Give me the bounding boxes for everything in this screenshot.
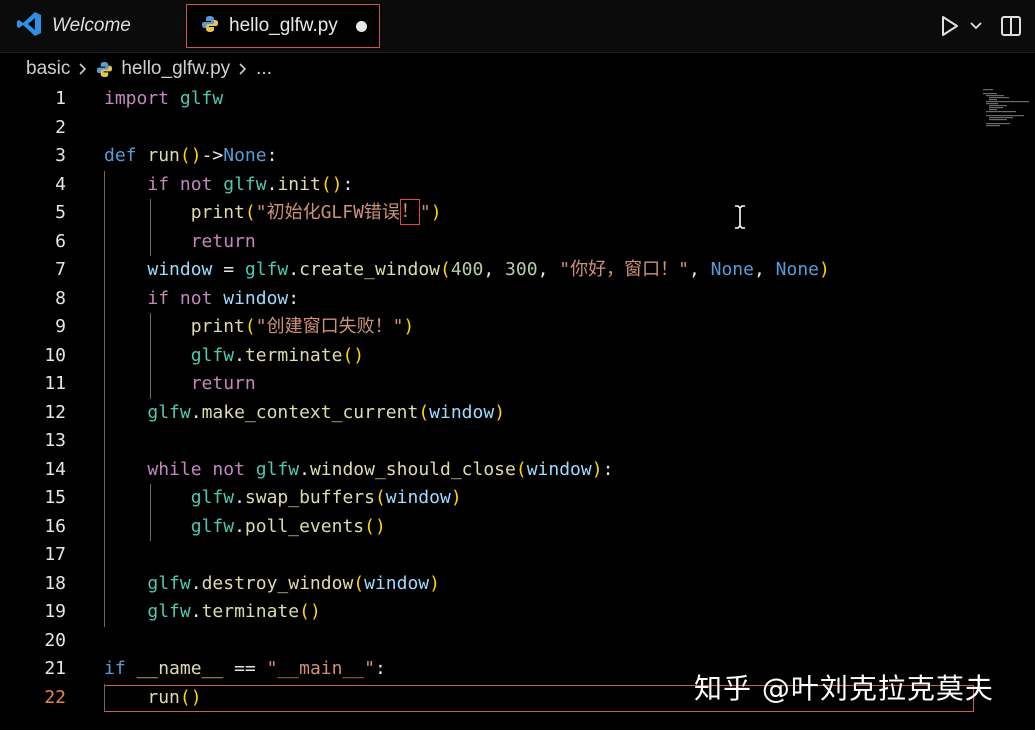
line-number: 7 (55, 259, 66, 280)
code-line[interactable]: 13 (0, 427, 1035, 456)
line-number: 19 (44, 601, 66, 622)
code-line[interactable]: 8 if not window: (0, 285, 1035, 314)
watermark: 知乎 @叶刘克拉克莫夫 (694, 672, 994, 705)
code-line[interactable]: 3 def run()->None: (0, 142, 1035, 171)
code-text: return (190, 373, 256, 394)
code-line[interactable]: 5 print("初始化GLFW错误！") (0, 199, 1035, 228)
line-number: 20 (44, 629, 66, 651)
code-line[interactable]: 7 window = glfw.create_window(400, 300, … (0, 256, 1035, 285)
line-number: 5 (55, 202, 66, 223)
code-text: glfw.terminate() (147, 601, 321, 622)
line-number: 10 (44, 344, 66, 366)
code-text: glfw.poll_events() (190, 515, 386, 537)
line-number: 17 (44, 544, 66, 565)
line-number: 12 (44, 401, 66, 423)
code-text: def run()->None: (104, 145, 278, 166)
code-line[interactable]: 1 import glfw (0, 85, 1035, 114)
line-number: 2 (55, 116, 66, 138)
code-line[interactable]: 12 glfw.make_context_current(window) (0, 399, 1035, 428)
code-text: glfw.make_context_current(window) (147, 401, 506, 423)
line-number: 1 (55, 88, 66, 109)
line-number: 6 (55, 230, 66, 252)
chevron-right-icon (78, 62, 88, 76)
tab-hello-glfw[interactable]: hello_glfw.py (186, 4, 380, 48)
minimap[interactable] (981, 88, 1030, 128)
breadcrumb-folder[interactable]: basic (26, 58, 70, 80)
chevron-down-icon[interactable] (965, 21, 987, 31)
indent-guide (104, 170, 105, 627)
code-text: if not glfw.init(): (147, 173, 354, 195)
indent-guide (104, 683, 105, 712)
line-number: 14 (44, 458, 66, 480)
code-line[interactable]: 20 (0, 627, 1035, 656)
code-text: if not window: (147, 287, 300, 309)
code-line[interactable]: 6 return (0, 228, 1035, 257)
line-number: 11 (44, 373, 66, 394)
code-text: glfw.swap_buffers(window) (190, 487, 462, 508)
tab-label: hello_glfw.py (229, 15, 338, 36)
python-icon (201, 15, 219, 37)
breadcrumb: basic hello_glfw.py ... (0, 53, 1035, 85)
tab-welcome[interactable]: Welcome (0, 0, 180, 52)
code-text: while not glfw.window_should_close(windo… (147, 458, 614, 480)
indent-guide (150, 313, 152, 399)
line-number: 9 (55, 316, 66, 337)
line-number: 22 (44, 686, 66, 708)
code-text: if __name__ == "__main__": (104, 658, 386, 679)
code-line[interactable]: 10 glfw.terminate() (0, 342, 1035, 371)
code-line[interactable]: 2 (0, 114, 1035, 143)
code-text: print("初始化GLFW错误！") (190, 199, 442, 225)
editor-actions (935, 0, 1035, 52)
code-line[interactable]: 17 (0, 541, 1035, 570)
code-line[interactable]: 19 glfw.terminate() (0, 598, 1035, 627)
line-number: 15 (44, 487, 66, 508)
code-text: window = glfw.create_window(400, 300, "你… (147, 259, 830, 280)
line-number: 21 (44, 658, 66, 679)
code-line[interactable]: 15 glfw.swap_buffers(window) (0, 484, 1035, 513)
breadcrumb-file[interactable]: hello_glfw.py (121, 58, 230, 80)
python-icon (96, 61, 113, 78)
code-line[interactable]: 14 while not glfw.window_should_close(wi… (0, 456, 1035, 485)
tab-bar: Welcome hello_glfw.py (0, 0, 1035, 53)
vscode-window: Welcome hello_glfw.py basic hello_glfw.p… (0, 0, 1035, 730)
line-number: 8 (55, 287, 66, 309)
line-number: 4 (55, 173, 66, 195)
line-number: 16 (44, 515, 66, 537)
code-line[interactable]: 9 print("创建窗口失败！") (0, 313, 1035, 342)
code-line[interactable]: 18 glfw.destroy_window(window) (0, 570, 1035, 599)
indent-guide (150, 199, 152, 256)
code-line[interactable]: 16 glfw.poll_events() (0, 513, 1035, 542)
line-number: 3 (55, 145, 66, 166)
run-icon[interactable] (935, 15, 965, 37)
indent-guide (150, 484, 152, 541)
split-editor-icon[interactable] (987, 15, 1035, 37)
unsaved-dot-icon[interactable] (356, 21, 367, 32)
code-text: glfw.destroy_window(window) (147, 572, 440, 594)
vscode-logo-icon (16, 11, 42, 41)
code-text: return (190, 230, 256, 252)
code-editor[interactable]: 1 import glfw 2 3 def run()->None: 4 if not g… (0, 85, 1035, 730)
code-line[interactable]: 11 return (0, 370, 1035, 399)
text-cursor-icon (733, 204, 747, 230)
code-text: import glfw (104, 88, 224, 109)
tab-label: Welcome (52, 15, 131, 36)
line-number: 18 (44, 572, 66, 594)
chevron-right-icon (238, 62, 248, 76)
code-text: glfw.terminate() (190, 344, 365, 366)
code-line[interactable]: 4 if not glfw.init(): (0, 171, 1035, 200)
breadcrumb-more[interactable]: ... (256, 58, 272, 80)
line-number: 13 (44, 430, 66, 451)
